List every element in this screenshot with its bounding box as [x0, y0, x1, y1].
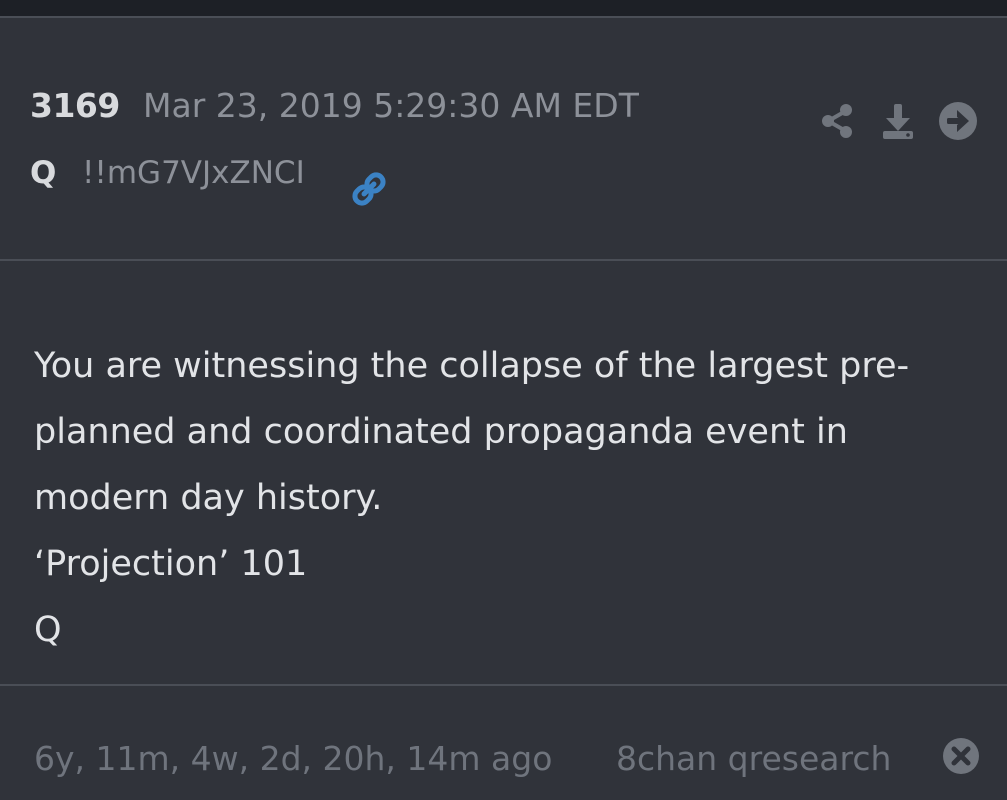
- post-text-line: ‘Projection’ 101: [34, 544, 308, 584]
- post-source[interactable]: 8chan qresearch: [616, 739, 891, 778]
- post-text-line: planned and coordinated propaganda event…: [34, 412, 848, 452]
- post-age: 6y, 11m, 4w, 2d, 20h, 14m ago: [34, 739, 553, 778]
- download-icon[interactable]: [877, 100, 919, 142]
- post-footer: 6y, 11m, 4w, 2d, 20h, 14m ago 8chan qres…: [0, 686, 1007, 800]
- post-actions: [817, 100, 979, 142]
- arrow-right-circle-icon[interactable]: [937, 100, 979, 142]
- post-text-line: Q: [34, 610, 62, 650]
- post-tripcode: !!mG7VJxZNCI: [82, 155, 305, 191]
- share-icon[interactable]: [817, 100, 859, 142]
- post-author[interactable]: Q: [30, 155, 56, 191]
- post-text: You are witnessing the collapse of the l…: [34, 333, 974, 663]
- post-timestamp: Mar 23, 2019 5:29:30 AM EDT: [143, 86, 639, 125]
- top-bar: [0, 0, 1007, 18]
- post-text-line: You are witnessing the collapse of the l…: [34, 346, 910, 386]
- link-icon[interactable]: [348, 168, 390, 210]
- post-number[interactable]: 3169: [30, 86, 120, 125]
- post-body: You are witnessing the collapse of the l…: [0, 261, 1007, 684]
- post-header: 3169 Mar 23, 2019 5:29:30 AM EDT Q !!mG7…: [0, 18, 1007, 259]
- close-icon[interactable]: [941, 736, 981, 776]
- post-text-line: modern day history.: [34, 478, 383, 518]
